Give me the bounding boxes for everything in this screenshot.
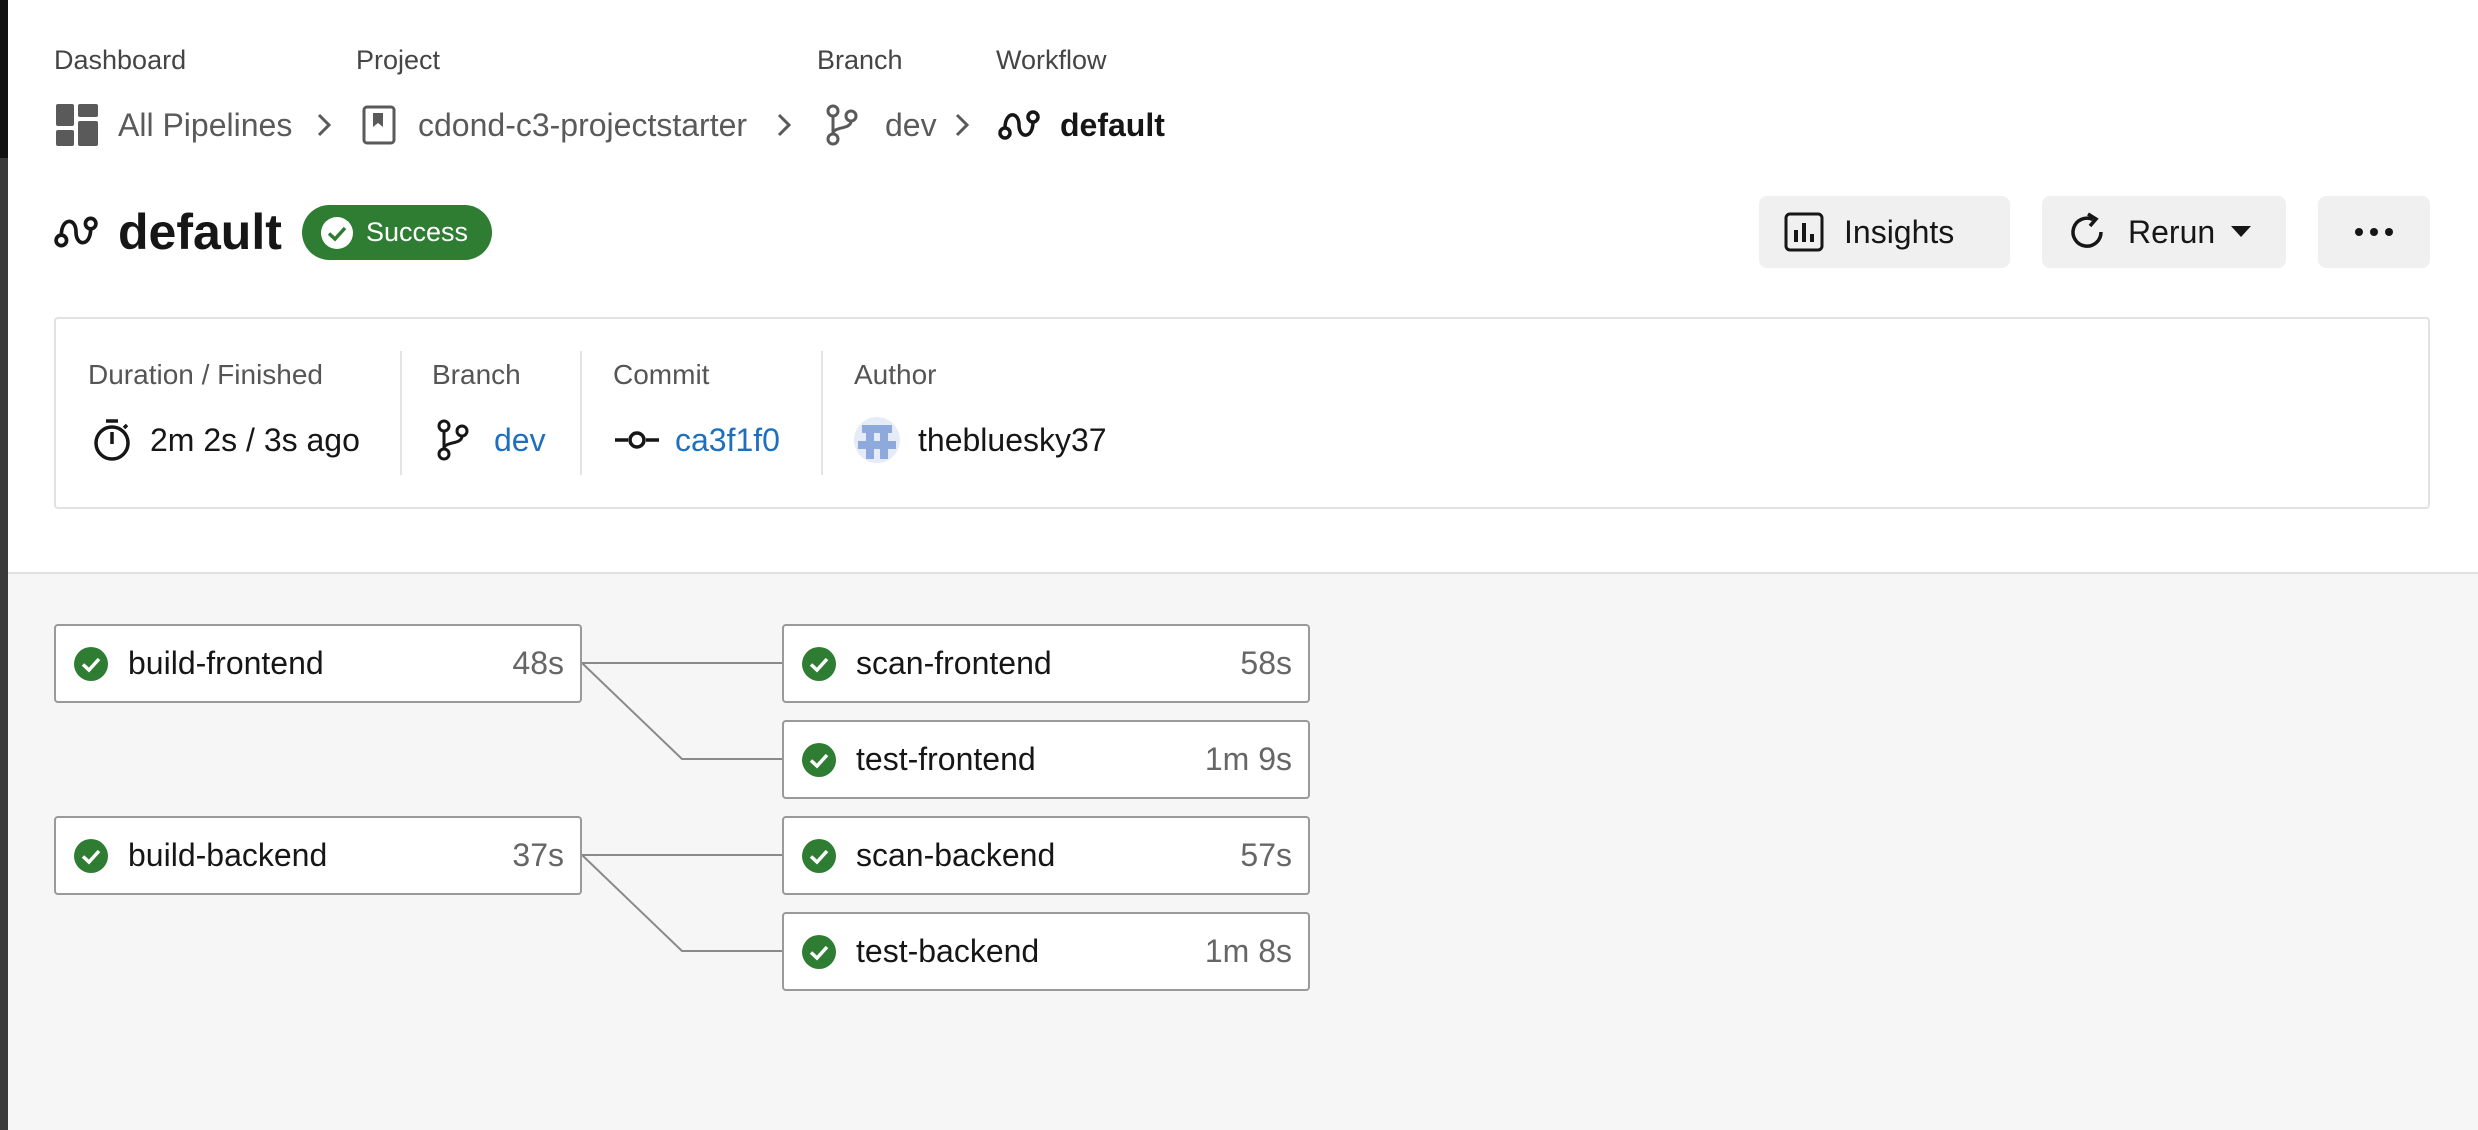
success-check-icon bbox=[802, 742, 836, 777]
insights-button-label: Insights bbox=[1844, 213, 1955, 250]
refresh-icon bbox=[2071, 212, 2103, 248]
success-check-icon bbox=[802, 838, 836, 873]
project-icon bbox=[362, 105, 396, 145]
author-label: Author bbox=[854, 359, 937, 390]
window-left-edge bbox=[0, 0, 8, 1130]
duration-value-row: 2m 2s / 3s ago bbox=[92, 415, 360, 465]
branch-icon bbox=[437, 419, 469, 461]
job-duration: 48s bbox=[512, 645, 564, 681]
breadcrumb-item-project[interactable]: cdond-c3-projectstarter bbox=[362, 103, 747, 147]
commit-label: Commit bbox=[613, 359, 710, 390]
success-check-icon bbox=[802, 934, 836, 969]
breadcrumb-label-branch: Branch bbox=[817, 45, 903, 75]
breadcrumb-item-branch[interactable]: dev bbox=[825, 103, 937, 147]
success-check-icon bbox=[74, 838, 108, 873]
branch-link[interactable]: dev bbox=[494, 422, 546, 459]
job-name: test-frontend bbox=[856, 741, 1036, 777]
divider bbox=[821, 351, 823, 475]
workflow-icon bbox=[998, 110, 1040, 140]
rerun-button-label: Rerun bbox=[2128, 213, 2216, 250]
job-duration: 57s bbox=[1240, 837, 1292, 873]
workflow-icon bbox=[54, 216, 98, 248]
job-duration: 58s bbox=[1240, 645, 1292, 681]
job-node[interactable]: scan-frontend 58s bbox=[782, 624, 1310, 703]
chart-icon bbox=[1784, 212, 1824, 252]
breadcrumb-workflow-text: default bbox=[1060, 106, 1165, 143]
breadcrumb-item-dashboard[interactable]: All Pipelines bbox=[56, 103, 292, 147]
job-node[interactable]: test-backend 1m 8s bbox=[782, 912, 1310, 991]
job-duration: 37s bbox=[512, 837, 564, 873]
divider bbox=[580, 351, 582, 475]
commit-icon bbox=[615, 431, 659, 449]
stopwatch-icon bbox=[94, 419, 130, 461]
breadcrumb-item-workflow[interactable]: default bbox=[998, 103, 1165, 147]
branch-label: Branch bbox=[432, 359, 521, 390]
insights-button[interactable]: Insights bbox=[1759, 196, 2010, 268]
commit-value-row[interactable]: ca3f1f0 bbox=[615, 415, 780, 465]
job-node[interactable]: test-frontend 1m 9s bbox=[782, 720, 1310, 799]
status-badge-label: Success bbox=[366, 217, 469, 247]
job-duration: 1m 9s bbox=[1204, 741, 1292, 777]
branch-icon bbox=[826, 104, 858, 146]
job-name: test-backend bbox=[856, 933, 1040, 969]
breadcrumb-dashboard-text: All Pipelines bbox=[118, 106, 293, 143]
pipeline-info-card: Duration / Finished 2m 2s / 3s ago Branc… bbox=[54, 317, 2430, 509]
page-title: default bbox=[118, 204, 282, 260]
caret-down-icon bbox=[2231, 226, 2252, 237]
duration-label: Duration / Finished bbox=[88, 359, 324, 390]
breadcrumb-branch-text: dev bbox=[885, 106, 937, 143]
commit-link[interactable]: ca3f1f0 bbox=[675, 422, 780, 459]
job-name: scan-frontend bbox=[856, 645, 1052, 681]
job-name: scan-backend bbox=[856, 837, 1056, 873]
breadcrumb-label-dashboard: Dashboard bbox=[54, 45, 187, 75]
chevron-right-icon bbox=[777, 113, 792, 137]
success-check-icon bbox=[74, 646, 108, 681]
job-name: build-backend bbox=[128, 837, 328, 873]
job-duration: 1m 8s bbox=[1204, 933, 1292, 969]
job-node[interactable]: build-backend 37s bbox=[54, 816, 582, 895]
dashboard-icon bbox=[56, 104, 98, 146]
page-title-group: default bbox=[54, 200, 282, 264]
avatar bbox=[854, 417, 900, 463]
breadcrumb-label-project: Project bbox=[356, 45, 441, 75]
ellipsis-icon bbox=[2355, 228, 2393, 236]
rerun-button[interactable]: Rerun bbox=[2042, 196, 2286, 268]
branch-value-row[interactable]: dev bbox=[436, 415, 546, 465]
divider bbox=[400, 351, 402, 475]
job-node[interactable]: build-frontend 48s bbox=[54, 624, 582, 703]
breadcrumb-project-text: cdond-c3-projectstarter bbox=[418, 106, 748, 143]
author-value-row: thebluesky37 bbox=[854, 415, 1107, 465]
check-circle-icon bbox=[321, 216, 353, 249]
more-options-button[interactable] bbox=[2318, 196, 2430, 268]
chevron-right-icon bbox=[955, 113, 970, 137]
breadcrumb-label-workflow: Workflow bbox=[996, 45, 1107, 75]
chevron-right-icon bbox=[317, 113, 332, 137]
author-name: thebluesky37 bbox=[918, 421, 1107, 458]
status-badge: Success bbox=[302, 205, 493, 260]
job-name: build-frontend bbox=[128, 645, 324, 681]
duration-value: 2m 2s / 3s ago bbox=[150, 421, 360, 458]
job-node[interactable]: scan-backend 57s bbox=[782, 816, 1310, 895]
success-check-icon bbox=[802, 646, 836, 681]
